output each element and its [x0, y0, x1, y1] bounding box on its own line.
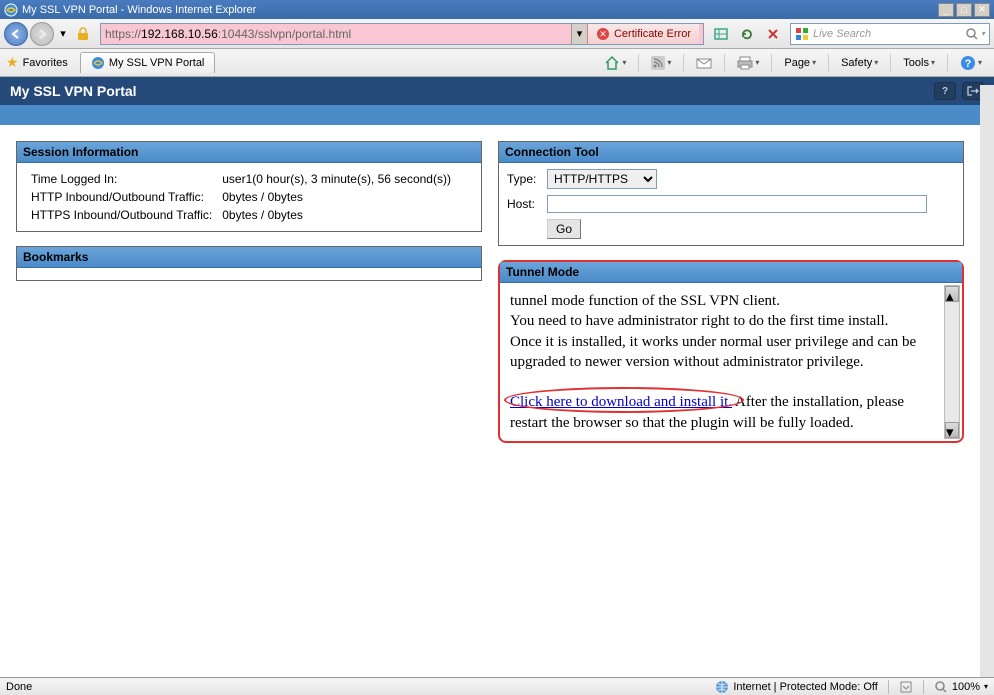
address-dropdown[interactable]: ▾ [571, 24, 587, 44]
tunnel-body: tunnel mode function of the SSL VPN clie… [500, 283, 962, 441]
minimize-button[interactable]: _ [938, 3, 954, 17]
portal-content: Session Information Time Logged In:user1… [0, 125, 994, 677]
page-scrollbar[interactable] [980, 85, 994, 677]
host-input[interactable] [547, 195, 927, 213]
session-panel: Session Information Time Logged In:user1… [16, 141, 482, 232]
home-button[interactable]: ▾ [598, 53, 632, 73]
bookmarks-body [17, 268, 481, 280]
session-header: Session Information [17, 142, 481, 163]
svg-text:?: ? [965, 58, 972, 70]
internet-zone-icon [715, 680, 729, 694]
address-bar[interactable]: https://192.168.10.56:10443/sslvpn/porta… [100, 23, 704, 45]
favorites-bar: ★ Favorites My SSL VPN Portal ▾ ▾ ▾ Page… [0, 49, 994, 77]
session-table: Time Logged In:user1(0 hour(s), 3 minute… [25, 169, 457, 225]
tunnel-text: tunnel mode function of the SSL VPN clie… [510, 291, 942, 372]
close-button[interactable]: ✕ [974, 3, 990, 17]
status-text: Done [6, 681, 32, 693]
status-bar: Done Internet | Protected Mode: Off 100%… [0, 677, 994, 695]
favorites-star-icon[interactable]: ★ [6, 54, 19, 71]
tab-title: My SSL VPN Portal [109, 57, 205, 69]
address-lock-icon [74, 25, 92, 43]
tunnel-scrollbar[interactable]: ▴ ▾ [944, 285, 960, 439]
print-button[interactable]: ▾ [731, 54, 765, 72]
download-install-link[interactable]: Click here to download and install it. [510, 394, 732, 410]
stop-button[interactable] [761, 23, 785, 45]
table-row: HTTPS Inbound/Outbound Traffic:0bytes / … [27, 207, 455, 223]
host-label: Host: [507, 197, 547, 211]
left-column: Session Information Time Logged In:user1… [16, 141, 482, 661]
tunnel-panel: Tunnel Mode tunnel mode function of the … [498, 260, 964, 443]
navigation-toolbar: ▾ https://192.168.10.56:10443/sslvpn/por… [0, 19, 994, 49]
scroll-down-button[interactable]: ▾ [945, 422, 959, 438]
portal-title: My SSL VPN Portal [10, 83, 137, 99]
type-label: Type: [507, 172, 547, 186]
scroll-up-button[interactable]: ▴ [945, 286, 959, 302]
bookmarks-header: Bookmarks [17, 247, 481, 268]
window-title: My SSL VPN Portal - Windows Internet Exp… [22, 4, 938, 16]
zone-dropdown[interactable] [899, 680, 913, 694]
safety-menu[interactable]: Safety▾ [835, 55, 884, 71]
maximize-button[interactable]: □ [956, 3, 972, 17]
live-search-icon [795, 27, 809, 41]
window-titlebar: My SSL VPN Portal - Windows Internet Exp… [0, 0, 994, 19]
type-select[interactable]: HTTP/HTTPS [547, 169, 657, 189]
tunnel-header: Tunnel Mode [500, 262, 962, 283]
portal-band [0, 105, 994, 125]
feeds-button[interactable]: ▾ [645, 54, 677, 72]
favorites-label[interactable]: Favorites [23, 57, 68, 69]
ie-icon [4, 3, 18, 17]
url-text: https://192.168.10.56:10443/sslvpn/porta… [105, 27, 571, 41]
read-mail-button[interactable] [690, 54, 718, 72]
bookmarks-panel: Bookmarks [16, 246, 482, 281]
portal-header: My SSL VPN Portal ? [0, 77, 994, 105]
search-go-icon[interactable] [965, 27, 979, 41]
certificate-error[interactable]: ✕ Certificate Error [587, 24, 699, 44]
search-placeholder: Live Search [813, 28, 871, 40]
zoom-level: 100% [952, 681, 980, 693]
connection-panel: Connection Tool Type: HTTP/HTTPS Host: G… [498, 141, 964, 246]
compat-view-button[interactable] [709, 23, 733, 45]
forward-button[interactable] [30, 22, 54, 46]
portal-help-button[interactable]: ? [934, 82, 956, 100]
connection-header: Connection Tool [499, 142, 963, 163]
table-row: Time Logged In:user1(0 hour(s), 3 minute… [27, 171, 455, 187]
search-box[interactable]: Live Search ▾ [790, 23, 990, 45]
zone-text: Internet | Protected Mode: Off [733, 681, 878, 693]
help-button[interactable]: ? ▾ [954, 53, 988, 73]
zoom-dropdown[interactable]: ▾ [984, 682, 988, 691]
tools-menu[interactable]: Tools▾ [897, 55, 941, 71]
page-menu[interactable]: Page▾ [778, 55, 822, 71]
right-column: Connection Tool Type: HTTP/HTTPS Host: G… [498, 141, 964, 661]
table-row: HTTP Inbound/Outbound Traffic:0bytes / 0… [27, 189, 455, 205]
ie-tab-icon [91, 56, 105, 70]
svg-text:✕: ✕ [599, 29, 607, 39]
go-button[interactable]: Go [547, 219, 581, 239]
browser-tab[interactable]: My SSL VPN Portal [80, 52, 216, 73]
refresh-button[interactable] [735, 23, 759, 45]
back-button[interactable] [4, 22, 28, 46]
history-dropdown[interactable]: ▾ [56, 22, 70, 46]
zoom-icon[interactable] [934, 680, 948, 694]
search-dropdown[interactable]: ▾ [981, 29, 985, 38]
